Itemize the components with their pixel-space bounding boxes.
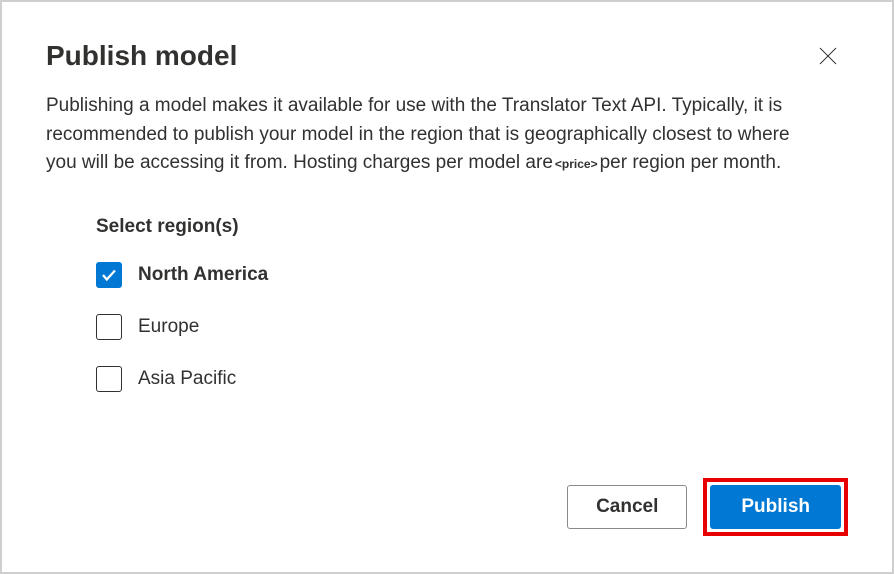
region-label: Select region(s): [96, 216, 848, 238]
cancel-button[interactable]: Cancel: [567, 485, 687, 529]
close-icon[interactable]: [818, 46, 838, 66]
region-option-europe[interactable]: Europe: [96, 314, 848, 340]
checkbox-north-america[interactable]: [96, 262, 122, 288]
region-option-asia-pacific[interactable]: Asia Pacific: [96, 366, 848, 392]
region-option-label: Europe: [138, 316, 199, 338]
publish-button[interactable]: Publish: [710, 485, 841, 529]
price-placeholder: <price>: [553, 157, 600, 171]
dialog-description: Publishing a model makes it available fo…: [46, 92, 816, 178]
checkmark-icon: [100, 266, 118, 284]
region-option-label: North America: [138, 264, 268, 286]
publish-model-dialog: Publish model Publishing a model makes i…: [0, 0, 894, 574]
region-section: Select region(s) North America Europe As…: [96, 216, 848, 392]
dialog-title: Publish model: [46, 40, 237, 72]
region-option-label: Asia Pacific: [138, 368, 236, 390]
checkbox-europe[interactable]: [96, 314, 122, 340]
dialog-actions: Cancel Publish: [567, 478, 848, 536]
description-text-post: per region per month.: [600, 152, 782, 173]
dialog-header: Publish model: [46, 40, 848, 72]
region-option-north-america[interactable]: North America: [96, 262, 848, 288]
publish-button-highlight: Publish: [703, 478, 848, 536]
checkbox-asia-pacific[interactable]: [96, 366, 122, 392]
